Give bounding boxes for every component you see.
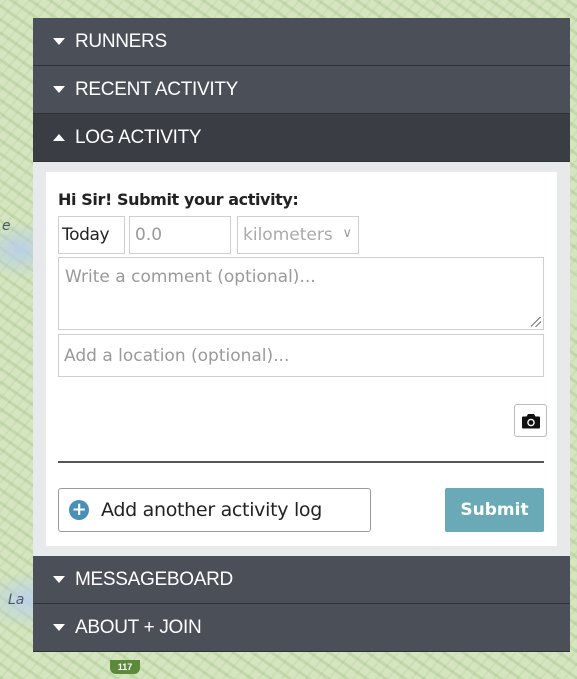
- section-header-messageboard[interactable]: MESSAGEBOARD: [33, 556, 570, 604]
- unit-select[interactable]: kilometers ∨: [237, 216, 359, 254]
- camera-icon: [521, 413, 540, 428]
- caret-down-icon: [53, 576, 65, 583]
- photo-upload-button[interactable]: [514, 404, 547, 437]
- distance-input[interactable]: 0.0: [129, 216, 231, 254]
- map-place-label: e: [2, 218, 11, 234]
- unit-select-value: kilometers: [243, 225, 333, 245]
- chevron-down-icon: ∨: [342, 226, 352, 241]
- section-title: LOG ACTIVITY: [75, 126, 202, 148]
- location-input[interactable]: Add a location (optional)...: [58, 334, 544, 377]
- activity-entry-row: Today 0.0 kilometers ∨: [58, 216, 544, 254]
- caret-down-icon: [53, 86, 65, 93]
- comment-textarea[interactable]: Write a comment (optional)...: [58, 257, 544, 330]
- section-title: ABOUT + JOIN: [75, 616, 202, 638]
- plus-circle-icon: +: [69, 500, 89, 520]
- section-title: RECENT ACTIVITY: [75, 78, 239, 100]
- section-title: MESSAGEBOARD: [75, 568, 233, 590]
- add-activity-label: Add another activity log: [101, 499, 323, 521]
- log-activity-body: Hi Sir! Submit your activity: Today 0.0 …: [33, 162, 570, 556]
- section-header-recent-activity[interactable]: RECENT ACTIVITY: [33, 66, 570, 114]
- log-activity-form: Hi Sir! Submit your activity: Today 0.0 …: [46, 172, 557, 546]
- form-divider: [58, 461, 544, 463]
- add-activity-log-button[interactable]: + Add another activity log: [58, 488, 371, 532]
- caret-up-icon: [53, 134, 65, 141]
- section-title: RUNNERS: [75, 30, 167, 52]
- caret-down-icon: [53, 38, 65, 45]
- section-header-runners[interactable]: RUNNERS: [33, 18, 570, 66]
- section-header-about-join[interactable]: ABOUT + JOIN: [33, 604, 570, 652]
- date-field[interactable]: Today: [58, 216, 125, 254]
- map-place-label: La: [8, 592, 25, 608]
- sidebar-panel: RUNNERS RECENT ACTIVITY LOG ACTIVITY Hi …: [33, 18, 570, 652]
- submit-button[interactable]: Submit: [445, 488, 544, 532]
- caret-down-icon: [53, 624, 65, 631]
- resize-handle-icon[interactable]: [531, 317, 541, 327]
- route-shield-icon: 117: [110, 660, 140, 674]
- form-greeting: Hi Sir! Submit your activity:: [58, 190, 299, 209]
- comment-placeholder: Write a comment (optional)...: [65, 267, 316, 287]
- section-header-log-activity[interactable]: LOG ACTIVITY: [33, 114, 570, 162]
